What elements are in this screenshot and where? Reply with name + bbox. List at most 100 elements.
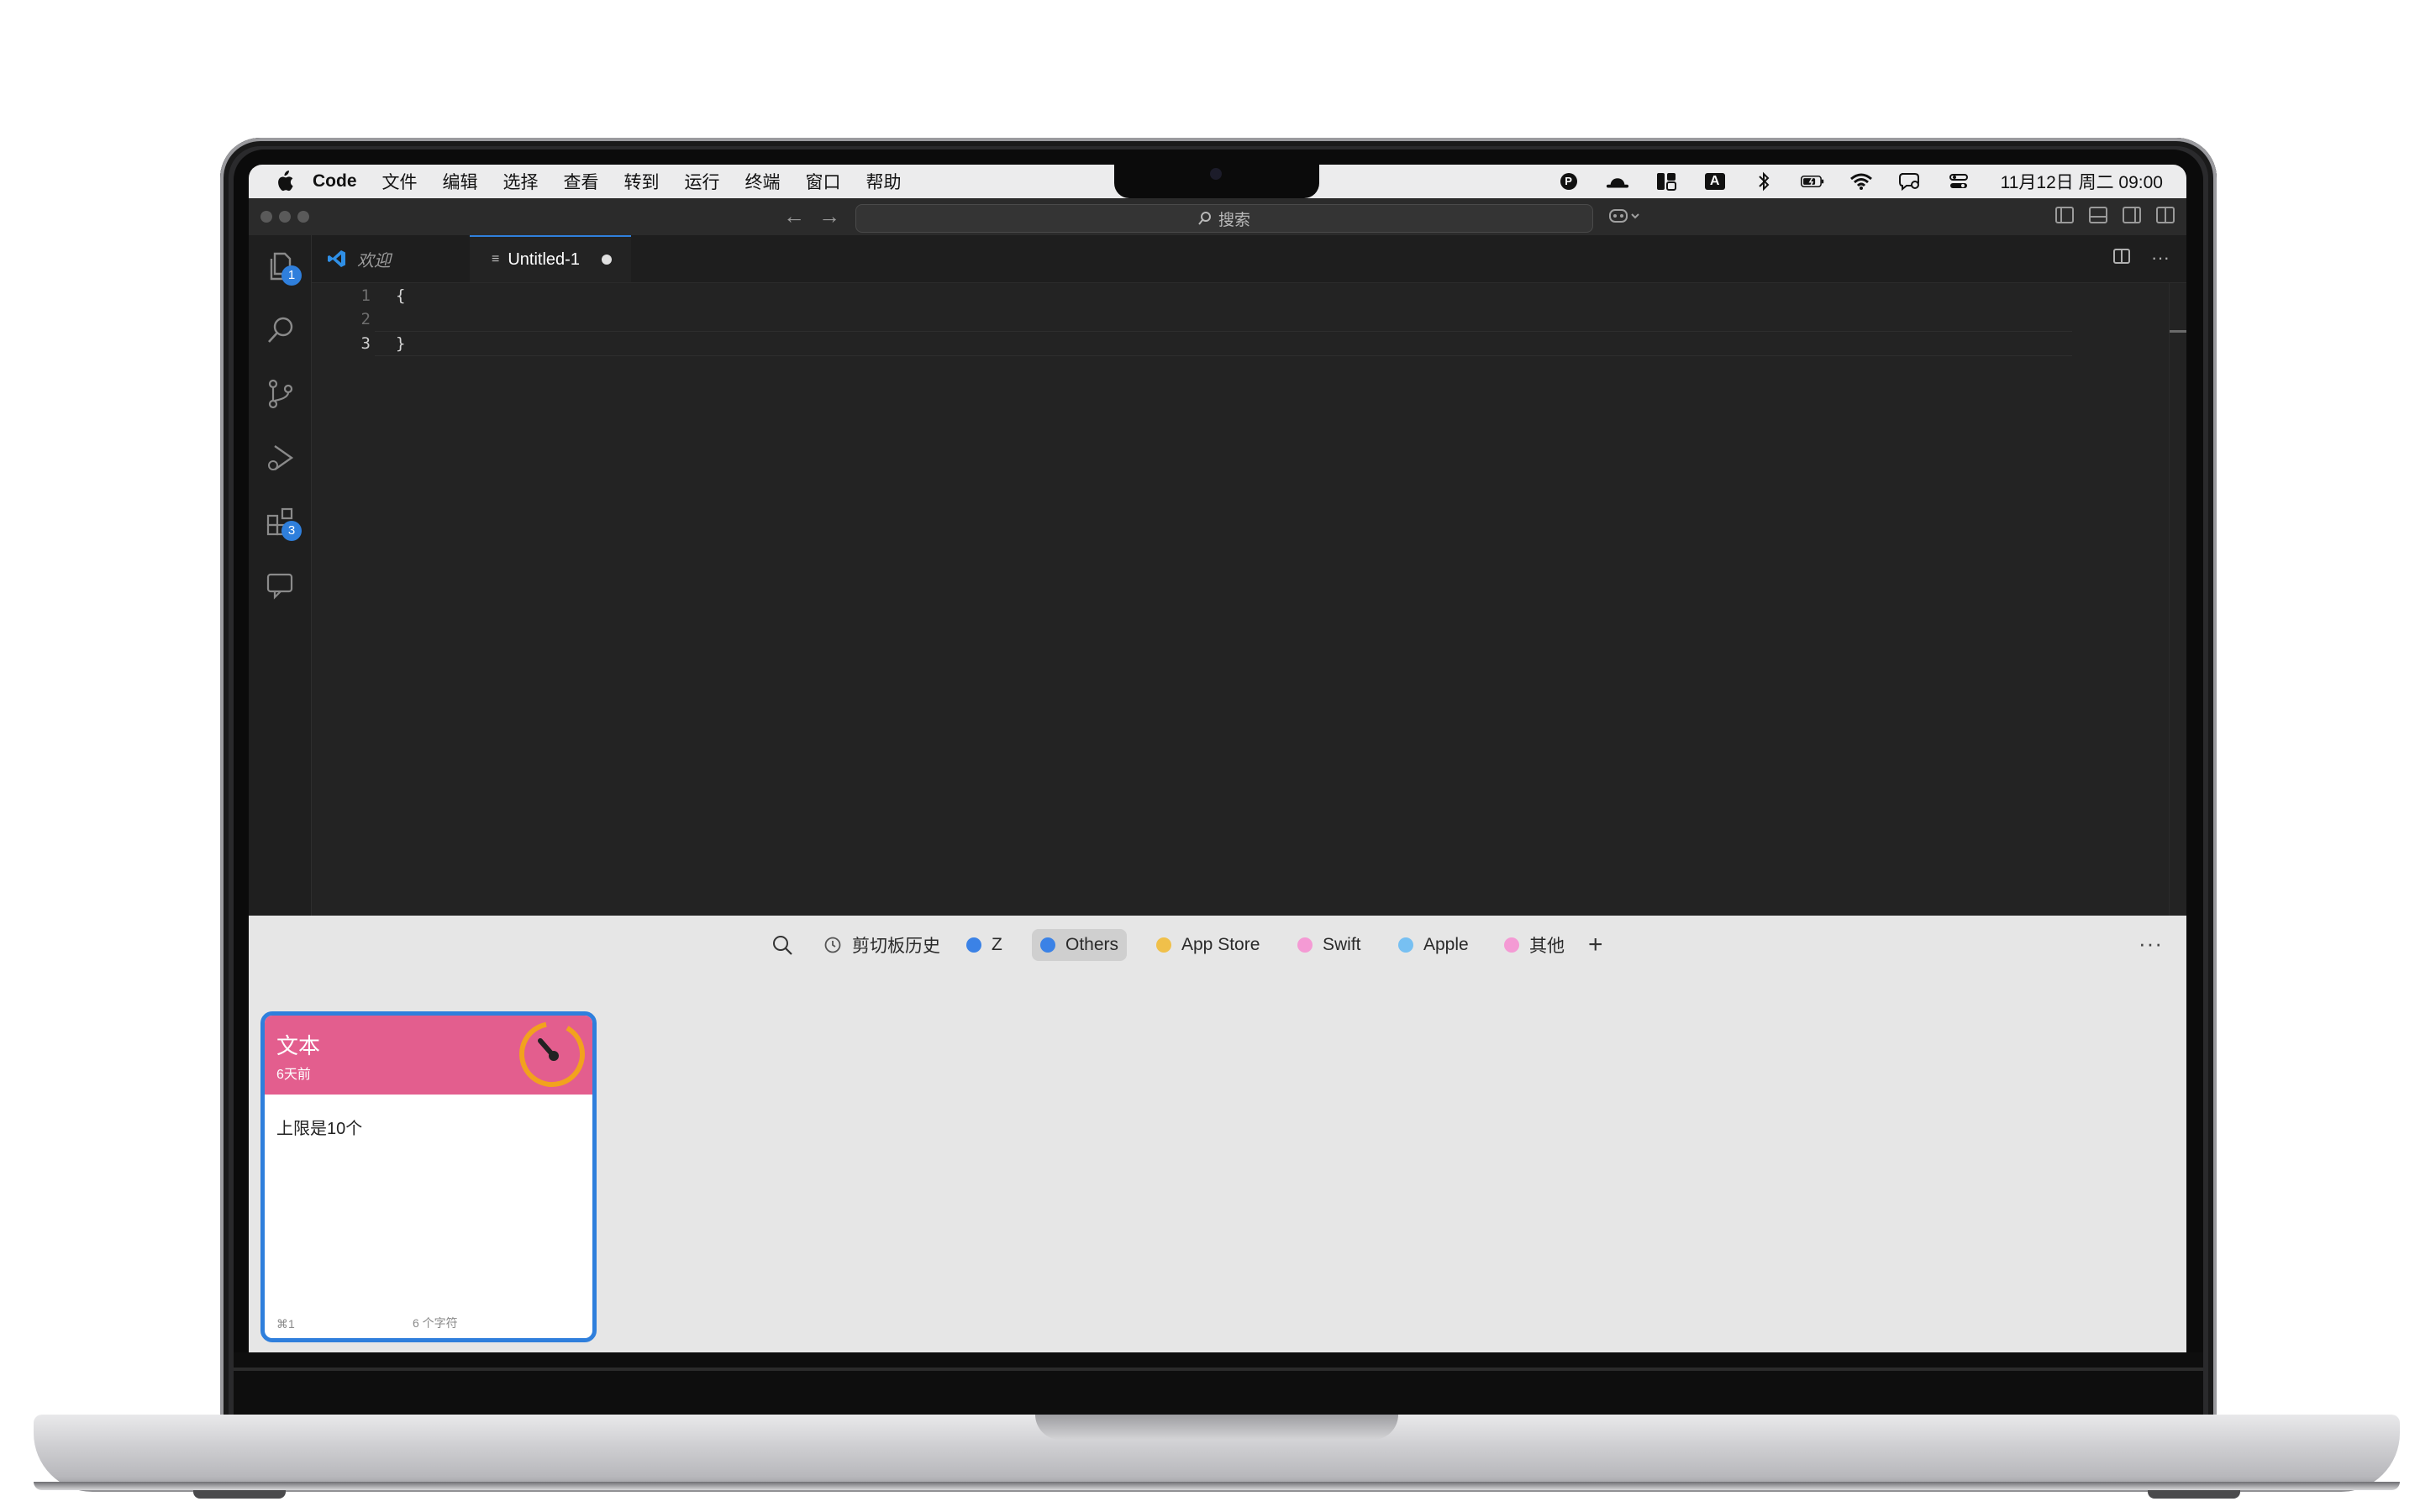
chat-search-icon[interactable]	[1898, 171, 1922, 192]
clipboard-panel: 剪切板历史 Z Others App Store Swift Apple 其他 …	[249, 916, 2186, 1352]
tab-welcome[interactable]: 欢迎	[312, 235, 468, 282]
pinboard-label: Swift	[1323, 935, 1361, 954]
pinboard-color-dot	[1504, 937, 1519, 953]
tab-untitled-1[interactable]: ≡ Untitled-1	[470, 235, 631, 282]
copilot-icon[interactable]	[1608, 207, 1642, 230]
menu-selection[interactable]: 选择	[503, 169, 539, 194]
source-control-icon[interactable]	[265, 378, 297, 410]
current-line-highlight	[375, 331, 2072, 356]
chin-line	[234, 1368, 2203, 1371]
hat-icon[interactable]	[1606, 171, 1629, 192]
left-foot	[193, 1490, 286, 1499]
camera	[1210, 168, 1222, 180]
scrollbar-marker[interactable]	[2170, 330, 2186, 333]
menu-window[interactable]: 窗口	[806, 169, 841, 194]
code-editor[interactable]: 1 2 3 { }	[312, 283, 2186, 916]
run-and-debug-icon[interactable]	[265, 442, 297, 474]
more-actions-icon[interactable]: ···	[2151, 247, 2170, 270]
clipboard-more-icon[interactable]: ···	[2139, 931, 2163, 957]
menu-view[interactable]: 查看	[564, 169, 599, 194]
menu-run[interactable]: 运行	[685, 169, 720, 194]
pinboard-color-dot	[1297, 937, 1313, 953]
menu-edit[interactable]: 编辑	[443, 169, 478, 194]
pinboard-app-store[interactable]: App Store	[1148, 929, 1268, 961]
vscode-logo-icon	[328, 250, 345, 267]
pinboard-label: Apple	[1423, 935, 1469, 954]
menu-go[interactable]: 转到	[624, 169, 660, 194]
clip-card-content: 上限是10个	[276, 1120, 363, 1138]
go-forward-icon[interactable]: →	[818, 203, 840, 229]
menu-help[interactable]: 帮助	[866, 169, 902, 194]
code-line[interactable]: }	[396, 334, 405, 353]
wifi-icon[interactable]	[1849, 171, 1873, 192]
window-titlebar: ← → 搜索	[249, 198, 2186, 236]
pinboard-label: Z	[992, 935, 1002, 954]
unsaved-dot-icon[interactable]	[601, 255, 612, 265]
minimap-edge	[2169, 283, 2170, 916]
menu-file[interactable]: 文件	[382, 169, 418, 194]
clip-card[interactable]: 文本 6天前 上限是10个 ⌘1 6 个字符	[260, 1011, 597, 1342]
pinboard-label: Others	[1065, 935, 1119, 954]
menu-terminal[interactable]: 终端	[745, 169, 781, 194]
laptop-base-edge	[34, 1482, 2400, 1490]
line-number: 2	[360, 310, 371, 328]
clipboard-toolbar: 剪切板历史 Z Others App Store Swift Apple 其他 …	[249, 916, 2186, 973]
pinboard-others[interactable]: Others	[1032, 929, 1128, 961]
apple-logo-icon[interactable]	[274, 171, 294, 192]
pinboard-swift[interactable]: Swift	[1289, 929, 1370, 961]
right-foot	[2148, 1490, 2240, 1499]
line-number: 1	[360, 286, 371, 305]
timer-icon	[517, 1019, 587, 1094]
p-badge-label: P	[1560, 173, 1577, 190]
tab-untitled-1-label: Untitled-1	[508, 249, 580, 269]
toggle-panel-icon[interactable]	[2089, 207, 2107, 223]
command-center-label: 搜索	[1218, 211, 1250, 229]
close-window-button[interactable]	[260, 211, 272, 223]
control-center-icon[interactable]	[1947, 171, 1970, 192]
command-center-search[interactable]: 搜索	[855, 204, 1593, 233]
history-icon	[824, 937, 841, 953]
line-number: 3	[360, 334, 371, 353]
pinboard-apple[interactable]: Apple	[1390, 929, 1477, 961]
code-line[interactable]: {	[396, 286, 405, 305]
explorer-icon[interactable]: 1	[265, 250, 302, 286]
minimize-window-button[interactable]	[279, 211, 291, 223]
text-file-icon: ≡	[492, 252, 500, 266]
clipboard-history-label: 剪切板历史	[852, 937, 940, 956]
extensions-badge: 3	[281, 521, 302, 541]
battery-icon[interactable]	[1800, 171, 1824, 192]
customize-layout-icon[interactable]	[2156, 207, 2175, 223]
pinboard-color-dot	[1398, 937, 1413, 953]
split-editor-icon[interactable]	[2112, 247, 2131, 270]
pinboard-color-dot	[1040, 937, 1055, 953]
bluetooth-icon[interactable]	[1752, 171, 1776, 192]
clip-card-type: 文本	[276, 1033, 321, 1058]
activity-bar: 1 3	[249, 235, 312, 916]
toggle-secondary-sidebar-icon[interactable]	[2123, 207, 2141, 223]
lid-opening-notch	[1035, 1415, 1398, 1440]
menu-clock[interactable]: 11月12日 周二 09:00	[2001, 169, 2163, 194]
app-name-menu[interactable]: Code	[313, 171, 357, 192]
clipboard-history-tab[interactable]: 剪切板历史	[815, 929, 949, 961]
input-method-icon[interactable]: A	[1703, 171, 1727, 192]
pinboard-other[interactable]: 其他	[1496, 929, 1573, 961]
zoom-window-button[interactable]	[297, 211, 309, 223]
add-pinboard-icon[interactable]: +	[1580, 929, 1612, 961]
screen: Code 文件 编辑 选择 查看 转到 运行 终端 窗口 帮助 P A 11月1…	[249, 165, 2186, 1352]
extensions-icon[interactable]: 3	[265, 506, 302, 541]
search-view-icon[interactable]	[265, 314, 297, 346]
laptop-chin	[234, 1352, 2203, 1423]
pinboard-z[interactable]: Z	[958, 929, 1011, 961]
pinboard-color-dot	[1156, 937, 1171, 953]
go-back-icon[interactable]: ←	[783, 203, 805, 229]
tab-actions: ···	[2112, 247, 2170, 270]
toggle-primary-sidebar-icon[interactable]	[2055, 207, 2074, 223]
clip-card-time: 6天前	[276, 1068, 311, 1082]
search-icon	[1198, 212, 1211, 225]
window-layout-icon[interactable]	[1655, 171, 1678, 192]
clipboard-search-icon[interactable]	[763, 929, 802, 961]
p-badge-icon[interactable]: P	[1557, 171, 1581, 192]
explorer-badge: 1	[281, 265, 302, 286]
pinboard-color-dot	[966, 937, 981, 953]
chat-icon[interactable]	[265, 570, 297, 601]
